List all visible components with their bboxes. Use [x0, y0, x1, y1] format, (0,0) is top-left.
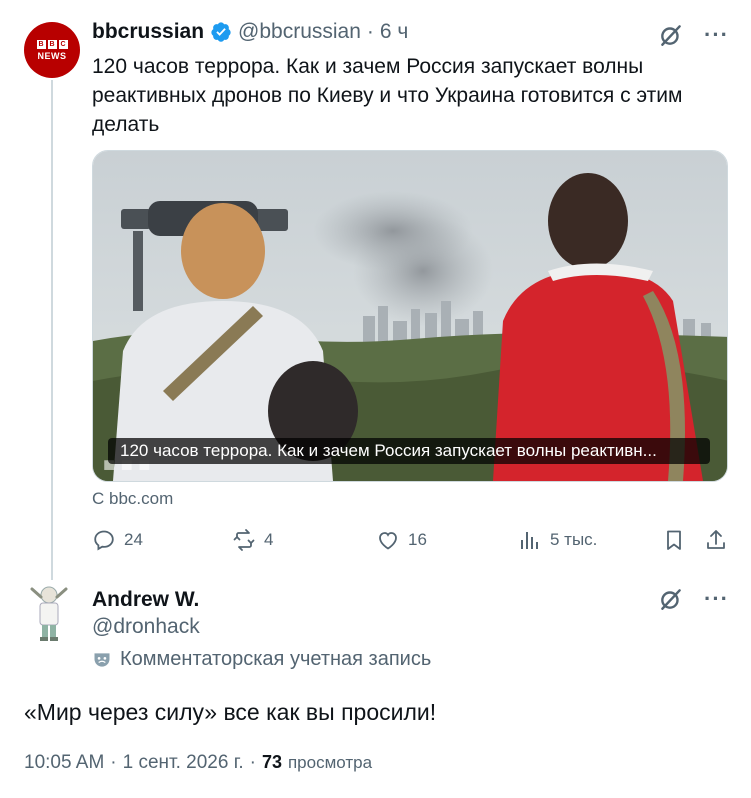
views-button[interactable]: 5 тыс.	[518, 528, 597, 552]
account-badge-label: Комментаторская учетная запись	[120, 648, 432, 670]
repost-icon	[233, 529, 255, 551]
like-icon	[379, 532, 397, 550]
link-source[interactable]: С bbc.com	[92, 489, 173, 509]
tweet-media-image[interactable]: ■ ■ ■	[92, 150, 728, 482]
tweet-top-actions: ···	[658, 22, 729, 48]
reply-button[interactable]: 24	[92, 528, 143, 552]
views-icon	[521, 532, 538, 549]
more-icon[interactable]: ···	[704, 588, 729, 610]
bookmark-icon	[667, 530, 681, 550]
display-name[interactable]: bbcrussian	[92, 20, 204, 44]
grok-icon[interactable]	[658, 22, 684, 48]
views-count: 5 тыс.	[550, 530, 598, 549]
reply-meta: 10:05 AM · 1 сент. 2026 г. · 73 просмотр…	[24, 752, 372, 774]
separator: ·	[366, 20, 374, 43]
tweet-actions: 24 4 16 5 тыс.	[92, 528, 732, 556]
reply-time[interactable]: 10:05 AM	[24, 752, 104, 774]
reply-text: «Мир через силу» все как вы просили!	[24, 699, 437, 725]
share-button[interactable]	[704, 528, 728, 552]
media-caption: 120 часов террора. Как и зачем Россия за…	[108, 438, 710, 464]
bbc-news-logo: BBC NEWS	[36, 39, 68, 61]
reply-date[interactable]: 1 сент. 2026 г.	[123, 752, 244, 774]
reply-views-label: просмотра	[287, 753, 373, 772]
reply-count: 24	[124, 530, 143, 549]
account-badge[interactable]: Комментаторская учетная запись	[92, 648, 431, 671]
mask-icon	[94, 652, 110, 667]
like-button[interactable]: 16	[376, 528, 427, 552]
repost-count: 4	[264, 530, 274, 549]
share-icon	[707, 530, 725, 549]
verified-badge-icon	[211, 22, 231, 42]
avatar[interactable]	[24, 583, 74, 643]
thread-line	[51, 80, 53, 580]
reply-handle[interactable]: @dronhack	[92, 615, 200, 639]
reply-icon	[94, 530, 114, 551]
handle[interactable]: @bbcrussian	[238, 20, 361, 44]
like-count: 16	[408, 530, 427, 549]
repost-button[interactable]: 4	[232, 528, 273, 552]
reply-display-name[interactable]: Andrew W.	[92, 588, 199, 612]
grok-icon[interactable]	[658, 586, 684, 612]
bookmark-button[interactable]	[662, 528, 686, 552]
tweet-header: bbcrussian @bbcrussian · 6 ч	[92, 20, 408, 44]
reply-views-count: 73	[261, 752, 282, 772]
meta-separator: ·	[249, 752, 256, 773]
tweet-time[interactable]: 6 ч	[380, 20, 408, 44]
more-icon[interactable]: ···	[704, 24, 729, 46]
meta-separator: ·	[110, 752, 117, 773]
reply-top-actions: ···	[658, 586, 729, 612]
tweet-text: 120 часов террора. Как и зачем Россия за…	[92, 55, 683, 136]
avatar[interactable]: BBC NEWS	[24, 22, 80, 78]
